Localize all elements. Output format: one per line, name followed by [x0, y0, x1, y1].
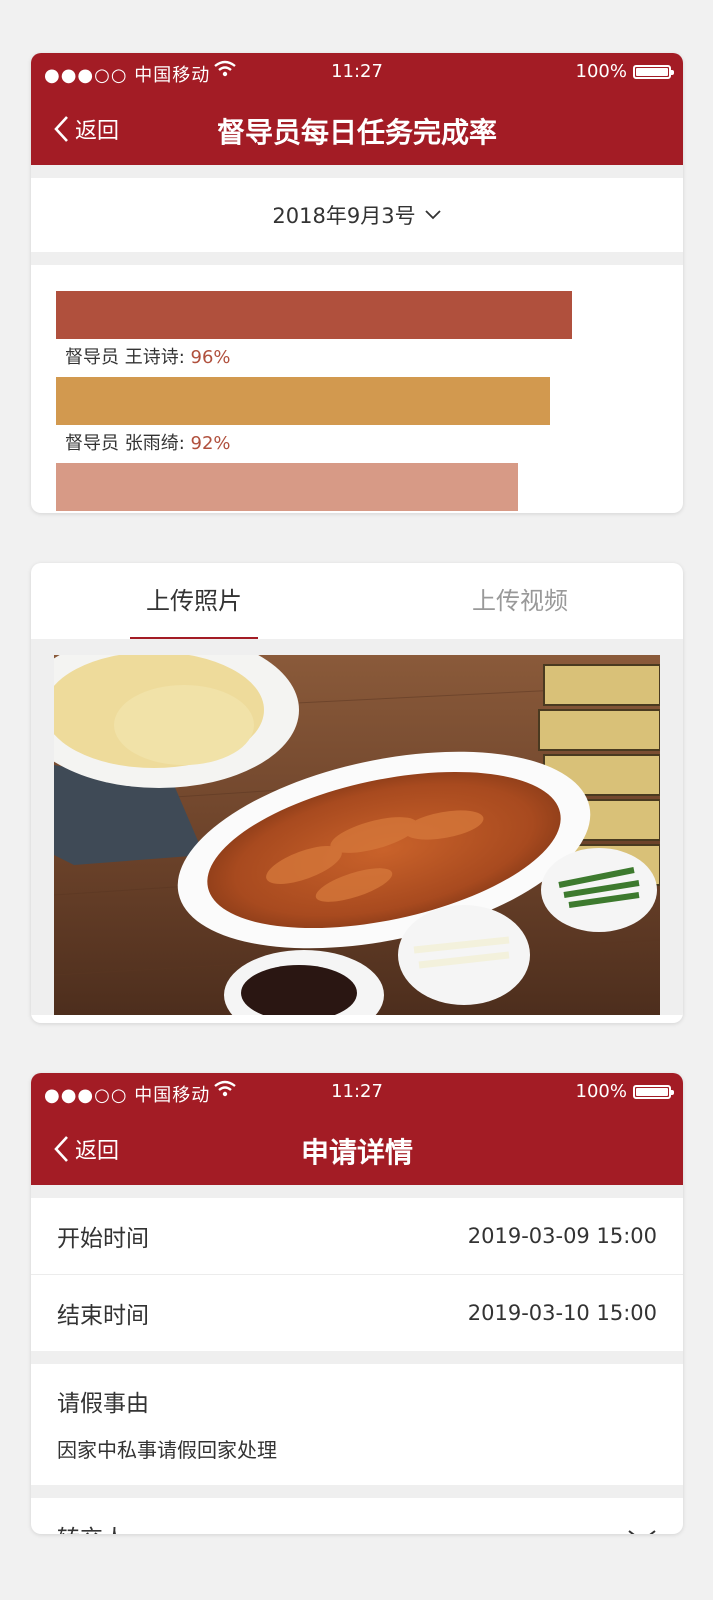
- divider: [31, 165, 683, 178]
- start-time-label: 开始时间: [57, 1226, 149, 1252]
- chevron-down-icon: [424, 210, 441, 220]
- status-bar: ●●●○○ 中国移动 11:27 100%: [31, 53, 683, 91]
- peking-duck-photo[interactable]: [54, 655, 660, 1015]
- chevron-down-icon: [628, 1530, 656, 1534]
- back-button[interactable]: 返回: [53, 1133, 119, 1165]
- completion-chart: 督导员 王诗诗: 96% 督导员 张雨绮: 92%: [31, 265, 683, 511]
- divider: [31, 1185, 683, 1198]
- divider: [31, 1351, 683, 1364]
- chart-bar-2: [56, 463, 518, 511]
- chart-bar-name-1: 督导员 张雨绮:: [65, 433, 191, 454]
- chart-bar-name-0: 督导员 王诗诗:: [65, 347, 191, 368]
- upload-tabs: 上传照片 上传视频: [31, 563, 683, 639]
- battery-icon: [633, 1084, 674, 1099]
- page-title: 督导员每日任务完成率: [216, 116, 497, 149]
- chevron-left-icon: [54, 1136, 68, 1162]
- back-label: 返回: [75, 119, 120, 144]
- page-title: 申请详情: [300, 1136, 413, 1169]
- back-label: 返回: [75, 1139, 120, 1164]
- nav-bar: 返回 申请详情: [31, 1111, 683, 1185]
- battery-percent: 100%: [575, 61, 627, 82]
- chart-bar-pct-1: 92%: [190, 433, 231, 454]
- chart-bar-1: [56, 377, 550, 425]
- date-label: 2018年9月3号: [272, 204, 416, 228]
- chart-bar-label-0: 督导员 王诗诗: 96%: [56, 339, 683, 377]
- nav-bar: 返回 督导员每日任务完成率: [31, 91, 683, 165]
- handover-label: 转交人: [57, 1519, 126, 1534]
- divider: [31, 252, 683, 265]
- status-bar: ●●●○○ 中国移动 11:27 100%: [31, 1073, 683, 1111]
- tab-upload-photo[interactable]: 上传照片: [31, 563, 357, 639]
- chart-bar-pct-0: 96%: [190, 347, 231, 368]
- start-time-value: 2019-03-09 15:00: [467, 1224, 657, 1248]
- end-time-label: 结束时间: [57, 1303, 149, 1329]
- battery-percent: 100%: [575, 1081, 627, 1102]
- photo-area: [31, 639, 683, 1015]
- leave-detail-screen: ●●●○○ 中国移动 11:27 100% 返回 申请详情 开始时间 2019-…: [31, 1073, 683, 1534]
- leave-reason-section: 请假事由 因家中私事请假回家处理: [31, 1364, 683, 1485]
- battery-indicator: 100%: [575, 1081, 674, 1102]
- handover-row[interactable]: 转交人: [31, 1498, 683, 1534]
- battery-icon: [633, 64, 674, 79]
- leave-reason-label: 请假事由: [57, 1391, 149, 1417]
- chart-bar-0: [56, 291, 572, 339]
- divider: [31, 1485, 683, 1498]
- leave-reason-text: 因家中私事请假回家处理: [57, 1438, 277, 1462]
- tab-upload-video[interactable]: 上传视频: [357, 563, 683, 639]
- start-time-row: 开始时间 2019-03-09 15:00: [31, 1198, 683, 1275]
- chevron-left-icon: [54, 116, 68, 142]
- task-completion-screen: ●●●○○ 中国移动 11:27 100% 返回 督导员每日任务完成率 2018…: [31, 53, 683, 513]
- battery-indicator: 100%: [575, 61, 674, 82]
- back-button[interactable]: 返回: [53, 113, 119, 145]
- chart-bar-label-1: 督导员 张雨绮: 92%: [56, 425, 683, 463]
- end-time-value: 2019-03-10 15:00: [467, 1301, 657, 1325]
- end-time-row: 结束时间 2019-03-10 15:00: [31, 1275, 683, 1351]
- date-selector[interactable]: 2018年9月3号: [31, 178, 683, 252]
- upload-screen: 上传照片 上传视频: [31, 563, 683, 1023]
